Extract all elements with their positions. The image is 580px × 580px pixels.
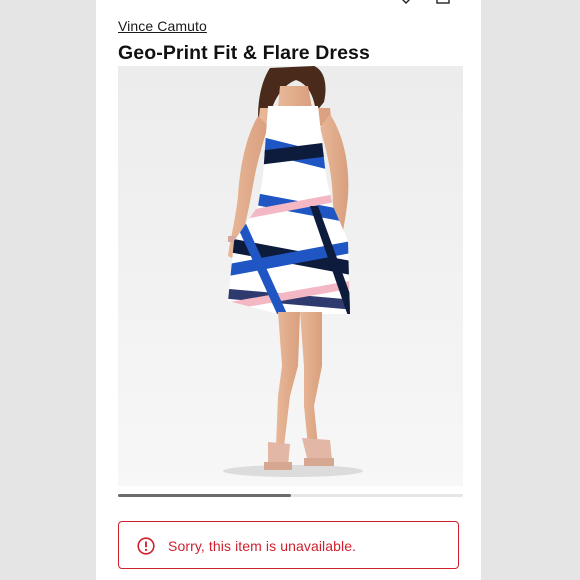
shopping-bag-icon[interactable] (436, 0, 450, 4)
carousel-progress-fill (118, 494, 291, 497)
brand-link[interactable]: Vince Camuto (118, 18, 207, 34)
product-photo (118, 66, 463, 486)
product-page: Vince Camuto Geo-Print Fit & Flare Dress (96, 0, 481, 580)
heart-icon[interactable] (399, 0, 413, 4)
alert-circle-icon (137, 537, 155, 555)
unavailable-message: Sorry, this item is unavailable. (168, 538, 357, 554)
product-title: Geo-Print Fit & Flare Dress (118, 42, 370, 64)
top-icons (96, 0, 481, 10)
unavailable-alert: Sorry, this item is unavailable. (118, 521, 459, 569)
product-image[interactable] (118, 66, 463, 486)
carousel-progress[interactable] (118, 494, 463, 497)
